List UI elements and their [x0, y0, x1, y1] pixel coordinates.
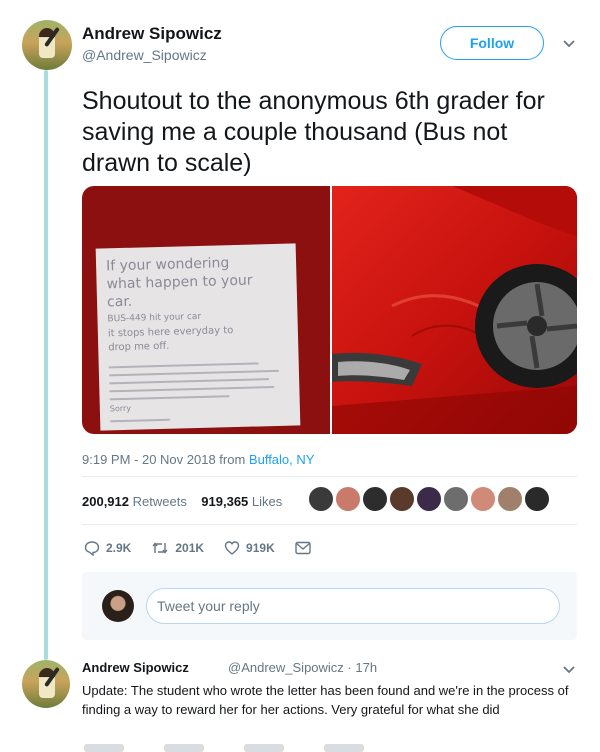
chevron-down-icon[interactable]: [562, 663, 576, 677]
liker-avatar[interactable]: [470, 486, 496, 512]
direct-message-button[interactable]: [295, 541, 317, 555]
reply-composer: Tweet your reply: [82, 572, 577, 640]
liker-avatar[interactable]: [308, 486, 334, 512]
note-line: BUS-449 hit your car: [107, 311, 202, 325]
liker-avatar[interactable]: [497, 486, 523, 512]
tweet-actions: 2.9K 201K 919K: [84, 540, 337, 556]
handwritten-note: If your wondering what happen to your ca…: [95, 243, 301, 431]
reply-input[interactable]: Tweet your reply: [146, 588, 560, 624]
like-count: 919K: [246, 541, 275, 555]
divider: [82, 524, 577, 525]
retweet-count: 201K: [175, 541, 205, 555]
note-line: Sorry: [109, 403, 132, 414]
reply-action-placeholder[interactable]: [244, 744, 284, 752]
note-line: drop me off.: [108, 340, 170, 354]
liker-avatar[interactable]: [524, 486, 550, 512]
heart-icon: [224, 541, 240, 555]
liker-avatars: [308, 486, 551, 512]
reply-tweet-actions: [84, 744, 404, 752]
reply-action-placeholder[interactable]: [84, 744, 124, 752]
tweet-stats: 200,912 Retweets 919,365 Likes: [82, 494, 282, 509]
reply-author-name[interactable]: Andrew Sipowicz: [82, 660, 189, 675]
tweet-text: Shoutout to the anonymous 6th grader for…: [82, 87, 545, 177]
reply-count: 2.9K: [106, 541, 132, 555]
author-avatar[interactable]: [22, 20, 72, 70]
author-handle[interactable]: @Andrew_Sipowicz: [82, 47, 207, 63]
tweet-location[interactable]: Buffalo, NY: [249, 452, 315, 467]
reply-button[interactable]: 2.9K: [84, 540, 131, 556]
car-damage-illustration: [332, 186, 577, 434]
reply-author-handle[interactable]: @Andrew_Sipowicz · 17h: [228, 660, 377, 675]
like-button[interactable]: 919K: [224, 540, 275, 556]
retweet-icon: [152, 542, 168, 554]
car-damage-photo[interactable]: [332, 186, 577, 434]
reply-icon: [84, 541, 100, 556]
follow-button[interactable]: Follow: [440, 26, 544, 60]
note-line: what happen to your: [106, 272, 253, 293]
liker-avatar[interactable]: [362, 486, 388, 512]
reply-action-placeholder[interactable]: [324, 744, 364, 752]
note-line: it stops here everyday to: [107, 325, 234, 340]
tweet-meta: 9:19 PM - 20 Nov 2018 from Buffalo, NY: [82, 452, 314, 467]
retweets-stat[interactable]: 200,912 Retweets: [82, 494, 187, 509]
thread-line: [44, 70, 48, 660]
note-line: car.: [106, 293, 133, 311]
note-photo[interactable]: If your wondering what happen to your ca…: [82, 186, 330, 434]
reply-author-avatar[interactable]: [22, 660, 70, 708]
user-avatar[interactable]: [102, 590, 134, 622]
reply-action-placeholder[interactable]: [164, 744, 204, 752]
likes-stat[interactable]: 919,365 Likes: [201, 494, 282, 509]
liker-avatar[interactable]: [389, 486, 415, 512]
liker-avatar[interactable]: [335, 486, 361, 512]
chevron-down-icon[interactable]: [562, 37, 576, 51]
liker-avatar[interactable]: [416, 486, 442, 512]
tweet-timestamp[interactable]: 9:19 PM - 20 Nov 2018 from: [82, 452, 249, 467]
author-name[interactable]: Andrew Sipowicz: [82, 24, 222, 44]
reply-tweet-text: Update: The student who wrote the letter…: [82, 683, 569, 717]
note-line: If your wondering: [105, 255, 230, 275]
liker-avatar[interactable]: [443, 486, 469, 512]
envelope-icon: [295, 541, 311, 555]
retweet-button[interactable]: 201K: [151, 540, 204, 556]
divider: [82, 476, 577, 477]
